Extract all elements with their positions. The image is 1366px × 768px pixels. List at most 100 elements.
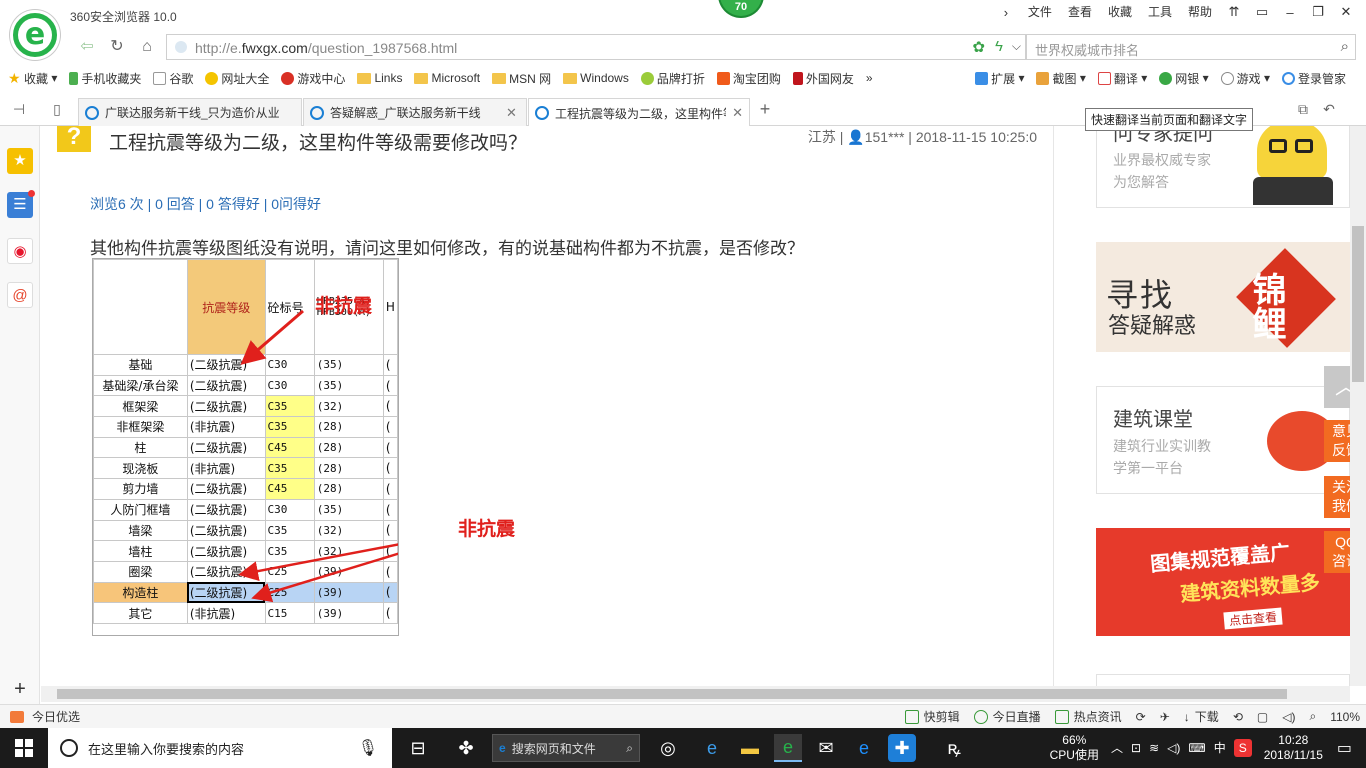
ext-bank[interactable]: 网银 ▾	[1159, 70, 1209, 87]
bookmark-games[interactable]: 游戏中心	[281, 70, 345, 87]
bookmarks-more[interactable]: »	[866, 71, 873, 85]
close-icon[interactable]: ✕	[1332, 1, 1360, 23]
status-download[interactable]: ↓ 下载	[1184, 708, 1219, 725]
task-view-icon[interactable]: ⊟	[404, 734, 432, 762]
tab-glodon-home[interactable]: 广联达服务新干线_只为造价从业	[78, 98, 302, 126]
url-input[interactable]: http://e.fwxgx.com/question_1987568.html…	[166, 34, 1026, 60]
tab-qa[interactable]: 答疑解惑_广联达服务新干线 ✕	[303, 98, 527, 126]
network-icon[interactable]: ⊡	[1131, 741, 1141, 756]
status-volume-icon[interactable]: ◁)	[1282, 710, 1295, 724]
status-live[interactable]: 今日直播	[973, 708, 1041, 725]
zoom-level[interactable]: 110%	[1330, 710, 1360, 724]
file-explorer-icon[interactable]: ▬	[736, 734, 764, 762]
search-icon[interactable]: ⌕	[1341, 38, 1349, 55]
tab-list-icon[interactable]: ⧉	[1292, 98, 1314, 120]
pin-icon[interactable]: ⇈	[1220, 1, 1248, 23]
back-to-top-icon[interactable]: ︿	[1324, 366, 1350, 408]
menu-file[interactable]: 文件	[1020, 1, 1060, 23]
close-tab-icon[interactable]: ✕	[732, 105, 743, 121]
mail-icon[interactable]: ✉	[812, 734, 840, 762]
horizontal-scrollbar[interactable]	[41, 686, 1350, 702]
bookmark-foreign[interactable]: 外国网友	[792, 70, 854, 87]
new-tab-icon[interactable]: +	[754, 98, 776, 120]
question-screenshot-image[interactable]: 抗震等级 砼标号 HPB235(A) HPB300(A) H 基础 (二级抗震) C…	[92, 258, 399, 636]
fan-app-icon[interactable]: ✤	[452, 734, 480, 762]
skin-icon[interactable]: ▭	[1248, 1, 1276, 23]
ime-indicator[interactable]: 中	[1214, 741, 1226, 756]
ext-games[interactable]: 游戏 ▾	[1220, 70, 1270, 87]
security-score-badge[interactable]: 70	[718, 0, 764, 18]
question-stats[interactable]: 浏览6 次 | 0 回答 | 0 答得好 | 0问得好	[90, 194, 321, 214]
status-speed-icon[interactable]: ⟳	[1136, 710, 1146, 724]
vertical-scrollbar[interactable]	[1350, 126, 1366, 686]
bookmark-favorites[interactable]: ★ 收藏 ▾	[8, 70, 57, 87]
notifications-icon[interactable]: ▭	[1337, 740, 1352, 756]
construction-class-card[interactable]: 建筑课堂 建筑行业实训教 学第一平台	[1096, 386, 1350, 494]
weibo-icon[interactable]: ◉	[7, 238, 33, 264]
status-quick-edit[interactable]: 快剪辑	[904, 708, 960, 725]
daily-picks[interactable]: 今日优选	[10, 708, 80, 725]
bookmark-brand[interactable]: 品牌打折	[640, 70, 705, 87]
site-info-icon[interactable]	[175, 41, 187, 53]
status-clean-icon[interactable]: ⟲	[1233, 710, 1243, 724]
show-hidden-icons[interactable]: ︿	[1111, 741, 1123, 756]
follow-us-button[interactable]: 关注我们	[1324, 476, 1350, 518]
ie-browser-icon[interactable]: e	[698, 734, 726, 762]
vertical-scroll-thumb[interactable]	[1352, 226, 1364, 382]
menu-tools[interactable]: 工具	[1140, 1, 1180, 23]
taskbar-browser-search[interactable]: e 搜索网页和文件 ⌕	[492, 734, 640, 762]
bookmark-taobao[interactable]: 淘宝团购	[716, 70, 781, 87]
add-sidebar-icon[interactable]: +	[7, 676, 33, 702]
people-icon[interactable]: ꝶ	[940, 734, 968, 762]
microphone-icon[interactable]: 🎙	[358, 738, 378, 758]
back-icon[interactable]: ⇦	[76, 36, 98, 58]
speed-mode-icon[interactable]: ✿	[972, 38, 985, 56]
email-icon[interactable]: @	[7, 282, 33, 308]
bookmark-msn[interactable]: MSN 网	[492, 70, 551, 87]
menu-help[interactable]: 帮助	[1180, 1, 1220, 23]
edge-icon[interactable]: e	[850, 734, 878, 762]
windows-start-icon[interactable]	[0, 728, 48, 768]
status-zoom-icon[interactable]: ⌕	[1309, 709, 1316, 724]
close-tab-icon[interactable]: ✕	[506, 105, 517, 121]
wifi-icon[interactable]: ≋	[1149, 741, 1159, 756]
clock[interactable]: 10:28 2018/11/15	[1264, 733, 1323, 763]
horizontal-scroll-thumb[interactable]	[57, 689, 1287, 699]
app-plus-icon[interactable]: ✚	[888, 734, 916, 762]
sidebar-toggle-icon[interactable]: ⊣	[8, 98, 30, 120]
taskbar-search-input[interactable]: 在这里输入你要搜索的内容 🎙	[48, 728, 392, 768]
undo-close-icon[interactable]: ↶	[1318, 98, 1340, 120]
bookmark-google[interactable]: 谷歌	[153, 70, 193, 87]
home-icon[interactable]: ⌂	[136, 36, 158, 58]
find-koi-banner[interactable]: 寻找 答疑解惑 锦鲤	[1096, 242, 1350, 352]
bookmark-sites[interactable]: 网址大全	[205, 70, 269, 87]
status-pin-icon[interactable]: ✈	[1160, 710, 1170, 724]
browser-logo-icon[interactable]: e	[10, 10, 60, 60]
lightning-icon[interactable]: ϟ	[995, 38, 1003, 55]
qq-consult-button[interactable]: QQ咨询	[1324, 531, 1350, 573]
bookmark-microsoft[interactable]: Microsoft	[414, 71, 480, 85]
minimize-icon[interactable]: –	[1276, 1, 1304, 23]
spiral-app-icon[interactable]: ◎	[654, 734, 682, 762]
chevron-down-icon[interactable]: ⌵	[1012, 39, 1021, 54]
360-browser-taskbar-icon[interactable]: e	[774, 734, 802, 762]
ask-expert-card[interactable]: 问专家提问 业界最权威专家 为您解答	[1096, 126, 1350, 208]
ext-extensions[interactable]: 扩展 ▾	[975, 70, 1024, 87]
sogou-input-icon[interactable]: S	[1233, 739, 1252, 757]
status-news[interactable]: 热点资讯	[1054, 708, 1122, 725]
page-icon[interactable]: ▯	[46, 98, 68, 120]
chevron-right-icon[interactable]: ›	[992, 1, 1020, 23]
ext-login-manager[interactable]: 登录管家	[1281, 70, 1346, 87]
menu-view[interactable]: 查看	[1060, 1, 1100, 23]
standards-atlas-banner[interactable]: 图集规范覆盖广 建筑资料数量多 点击查看	[1096, 528, 1350, 636]
cpu-usage[interactable]: 66% CPU使用	[1050, 733, 1099, 763]
restore-icon[interactable]: ❐	[1304, 1, 1332, 23]
refresh-icon[interactable]: ↻	[106, 36, 128, 58]
ext-screenshot[interactable]: 截图 ▾	[1036, 70, 1086, 87]
search-input[interactable]: 世界权威城市排名 ⌕	[1026, 34, 1356, 60]
bookmark-links[interactable]: Links	[357, 71, 402, 85]
tab-question[interactable]: 工程抗震等级为二级，这里构件等 ✕	[528, 98, 750, 127]
ext-translate[interactable]: 翻译 ▾	[1097, 70, 1147, 87]
click-to-view-button[interactable]: 点击查看	[1223, 607, 1283, 630]
menu-favorites[interactable]: 收藏	[1100, 1, 1140, 23]
